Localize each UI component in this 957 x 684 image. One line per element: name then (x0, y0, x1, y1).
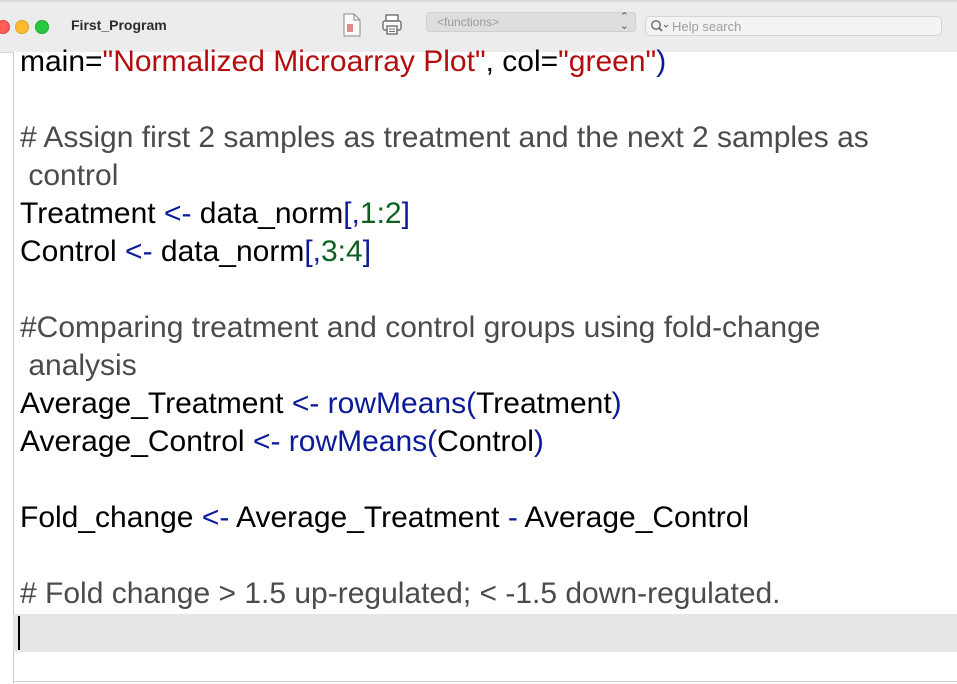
help-search[interactable] (645, 16, 942, 36)
assign-operator: <- (125, 235, 153, 268)
assign-operator: <- (201, 501, 230, 534)
variable: Average_Control (517, 501, 750, 534)
minimize-icon[interactable] (15, 20, 29, 34)
search-icon (650, 18, 670, 39)
number: 1:2 (359, 197, 402, 230)
string-literal: "Normalized Microarray Plot" (102, 45, 486, 78)
close-icon[interactable] (0, 20, 10, 34)
assign-operator: <- (163, 197, 192, 230)
paren: ( (427, 425, 438, 458)
chevron-updown-icon: ⌃ ⌄ (619, 11, 629, 32)
comment-line-2: # Assign first 2 samples as treatment an… (20, 121, 869, 154)
comment-line-11: # Fold change > 1.5 up-regulated; < -1.5… (20, 577, 781, 610)
toolbar-top-border (0, 0, 957, 2)
variable: Control (437, 425, 534, 458)
code-line-5: Control <- data_norm[,3:4] (20, 234, 371, 270)
function-name: rowMeans (280, 425, 428, 458)
variable: Average_Control (20, 425, 253, 458)
assign-operator: <- (291, 387, 320, 420)
editor-window: First_Program <functions> ⌃ ⌄ Help searc… (0, 0, 957, 684)
current-line-highlight (13, 614, 957, 652)
variable: Fold_change (20, 501, 202, 534)
code-token: , col= (485, 45, 559, 78)
function-name: rowMeans (319, 387, 467, 420)
paren: ) (533, 425, 544, 458)
comment-line-7: analysis (20, 349, 137, 382)
document-icon[interactable] (342, 13, 364, 37)
bracket: [, (343, 197, 360, 230)
paren: ( (466, 387, 477, 420)
paren: ) (656, 45, 667, 78)
comment-line-6: #Comparing treatment and control groups … (20, 311, 821, 344)
functions-dropdown-label: <functions> (437, 15, 500, 29)
editor-bottom-border (13, 681, 957, 682)
bracket: ] (401, 197, 410, 230)
minus-operator: - (507, 501, 518, 534)
code-line-4: Treatment <- data_norm[,1:2] (20, 196, 410, 232)
window-title: First_Program (71, 17, 167, 33)
help-search-input[interactable] (672, 18, 932, 34)
zoom-icon[interactable] (35, 20, 49, 34)
code-line-1: main="Normalized Microarray Plot", col="… (20, 44, 666, 80)
assign-operator: <- (252, 425, 281, 458)
code-line-10: Fold_change <- Average_Treatment - Avera… (20, 500, 749, 536)
text-cursor (18, 616, 20, 650)
print-icon[interactable] (381, 13, 403, 37)
string-literal: "green" (558, 45, 657, 78)
variable: Average_Treatment (20, 387, 292, 420)
comment-line-3: control (20, 159, 119, 192)
functions-dropdown[interactable]: <functions> ⌃ ⌄ (426, 12, 636, 32)
variable: Control (20, 235, 126, 268)
variable: data_norm (152, 235, 305, 268)
bracket: [, (304, 235, 321, 268)
bracket: ] (362, 235, 372, 268)
variable: Treatment (20, 197, 164, 230)
code-token: main= (20, 45, 103, 78)
code-line-9: Average_Control <- rowMeans(Control) (20, 424, 544, 460)
code-line-8: Average_Treatment <- rowMeans(Treatment) (20, 386, 622, 422)
number: 3:4 (321, 235, 363, 268)
variable: data_norm (191, 197, 344, 230)
variable: Average_Treatment (229, 501, 508, 534)
variable: Treatment (476, 387, 612, 420)
paren: ) (611, 387, 622, 420)
